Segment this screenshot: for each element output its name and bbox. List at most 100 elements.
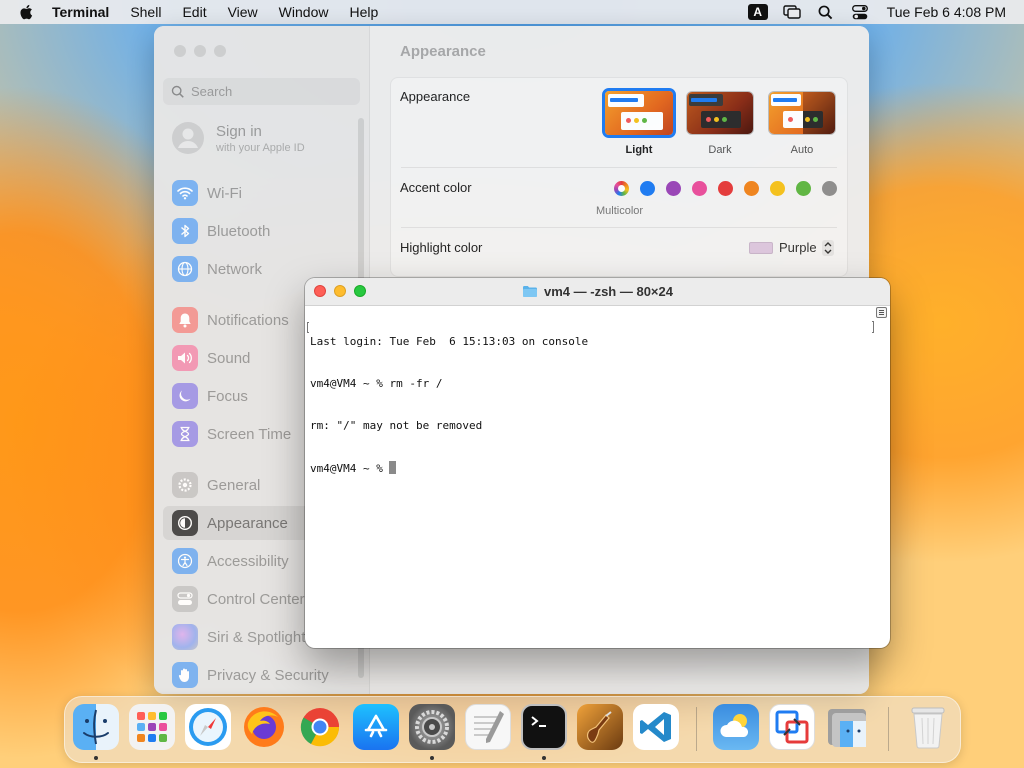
dock-weather-icon[interactable]	[713, 704, 759, 750]
avatar	[172, 122, 204, 154]
control-center-icon	[172, 586, 198, 612]
bell-icon	[172, 307, 198, 333]
appearance-row-label: Appearance	[400, 89, 471, 104]
menu-app-name[interactable]: Terminal	[52, 4, 109, 20]
accent-color-label: Accent color	[400, 180, 472, 195]
command-mark-left	[307, 322, 309, 333]
menu-clock[interactable]: Tue Feb 6 4:08 PM	[887, 4, 1006, 20]
siri-icon	[172, 624, 198, 650]
appearance-panel: Appearance Light Dark Auto Accent color …	[390, 77, 848, 277]
settings-search-input[interactable]: Search	[163, 78, 360, 105]
wifi-icon	[172, 180, 198, 206]
dock-vscode-icon[interactable]	[633, 704, 679, 750]
sidebar-item-bluetooth[interactable]: Bluetooth	[163, 214, 363, 248]
menu-help[interactable]: Help	[349, 4, 378, 20]
search-icon	[171, 85, 184, 98]
folder-icon	[523, 286, 537, 297]
search-placeholder: Search	[191, 84, 233, 99]
accent-multicolor-swatch[interactable]	[614, 181, 629, 196]
accent-orange-swatch[interactable]	[744, 181, 759, 196]
accent-graphite-swatch[interactable]	[822, 181, 837, 196]
sidebar-item-label: Wi-Fi	[207, 184, 242, 202]
appearance-option-light[interactable]	[602, 88, 676, 138]
appearance-option-dark[interactable]	[686, 91, 754, 135]
panel-divider	[401, 227, 837, 228]
dock-screen-sharing-icon[interactable]	[769, 704, 815, 750]
highlight-color-value[interactable]: Purple	[779, 240, 817, 255]
screen-mirroring-icon[interactable]	[781, 3, 803, 21]
accent-green-swatch[interactable]	[796, 181, 811, 196]
menu-window[interactable]: Window	[279, 4, 329, 20]
dock	[64, 696, 961, 763]
apple-id-signin[interactable]: Sign in with your Apple ID	[172, 122, 305, 154]
control-center-icon[interactable]	[849, 3, 871, 21]
dock-separator	[696, 707, 697, 751]
accent-blue-swatch[interactable]	[640, 181, 655, 196]
terminal-line: vm4@VM4 ~ % rm -fr /	[310, 377, 443, 390]
dock-trash-icon[interactable]	[905, 704, 951, 750]
sidebar-item-label: Focus	[207, 387, 248, 405]
appearance-option-light-label[interactable]: Light	[599, 144, 679, 156]
accessibility-icon	[172, 548, 198, 574]
highlight-color-swatch[interactable]	[749, 242, 773, 254]
input-source-icon[interactable]: A	[747, 3, 769, 21]
sidebar-item-label: Accessibility	[207, 552, 289, 570]
accent-red-swatch[interactable]	[718, 181, 733, 196]
terminal-marks-icon[interactable]	[876, 307, 887, 318]
dock-textedit-icon[interactable]	[465, 704, 511, 750]
accent-pink-swatch[interactable]	[692, 181, 707, 196]
close-button[interactable]	[174, 45, 186, 57]
appearance-option-dark-label[interactable]: Dark	[680, 144, 760, 156]
sidebar-item-label: Bluetooth	[207, 222, 271, 240]
dock-finder-folder-icon[interactable]	[825, 704, 871, 750]
highlight-color-popup-icon[interactable]	[822, 240, 834, 256]
appearance-option-auto-label[interactable]: Auto	[762, 144, 842, 156]
hourglass-icon	[172, 421, 198, 447]
sidebar-item-label: Control Center	[207, 590, 305, 608]
dock-app-store-icon[interactable]	[353, 704, 399, 750]
dock-chrome-icon[interactable]	[297, 704, 343, 750]
signin-subtitle: with your Apple ID	[216, 141, 305, 154]
terminal-line: Last login: Tue Feb 6 15:13:03 on consol…	[310, 335, 589, 348]
input-source-badge: A	[747, 4, 768, 20]
spotlight-search-icon[interactable]	[815, 3, 837, 21]
dock-launchpad-icon[interactable]	[129, 704, 175, 750]
terminal-prompt: vm4@VM4 ~ %	[310, 462, 390, 475]
dock-garageband-icon[interactable]	[577, 704, 623, 750]
dock-finder-icon[interactable]	[73, 704, 119, 750]
sidebar-item-label: Privacy & Security	[207, 666, 329, 684]
menu-bar: Terminal Shell Edit View Window Help A T…	[0, 0, 1024, 24]
accent-purple-swatch[interactable]	[666, 181, 681, 196]
menu-shell[interactable]: Shell	[130, 4, 161, 20]
signin-title: Sign in	[216, 122, 262, 140]
terminal-line: rm: "/" may not be removed	[310, 419, 483, 432]
settings-window-controls	[174, 45, 226, 57]
appearance-option-auto[interactable]	[768, 91, 836, 135]
panel-divider	[401, 167, 837, 168]
dock-safari-icon[interactable]	[185, 704, 231, 750]
terminal-output[interactable]: Last login: Tue Feb 6 15:13:03 on consol…	[310, 307, 874, 648]
menu-edit[interactable]: Edit	[182, 4, 206, 20]
terminal-title-text: vm4 — -zsh — 80×24	[544, 284, 673, 299]
apple-menu-icon[interactable]	[18, 3, 36, 21]
command-mark-right	[872, 321, 874, 333]
bluetooth-icon	[172, 218, 198, 244]
sidebar-item-label: Notifications	[207, 311, 289, 329]
dock-terminal-icon[interactable]	[521, 704, 567, 750]
sidebar-item-label: Sound	[207, 349, 251, 367]
sidebar-item-label: Siri & Spotlight	[207, 628, 306, 646]
minimize-button[interactable]	[194, 45, 206, 57]
moon-icon	[172, 383, 198, 409]
speaker-icon	[172, 345, 198, 371]
dock-firefox-icon[interactable]	[241, 704, 287, 750]
dock-running-indicator	[94, 756, 98, 760]
accent-selected-label: Multicolor	[596, 205, 644, 217]
zoom-button[interactable]	[214, 45, 226, 57]
accent-yellow-swatch[interactable]	[770, 181, 785, 196]
dock-system-settings-icon[interactable]	[409, 704, 455, 750]
terminal-titlebar[interactable]: vm4 — -zsh — 80×24	[305, 278, 890, 306]
sidebar-item-wifi[interactable]: Wi-Fi	[163, 176, 363, 210]
sidebar-item-privacy-security[interactable]: Privacy & Security	[163, 658, 363, 692]
terminal-window[interactable]: vm4 — -zsh — 80×24 Last login: Tue Feb 6…	[305, 278, 890, 648]
menu-view[interactable]: View	[228, 4, 258, 20]
